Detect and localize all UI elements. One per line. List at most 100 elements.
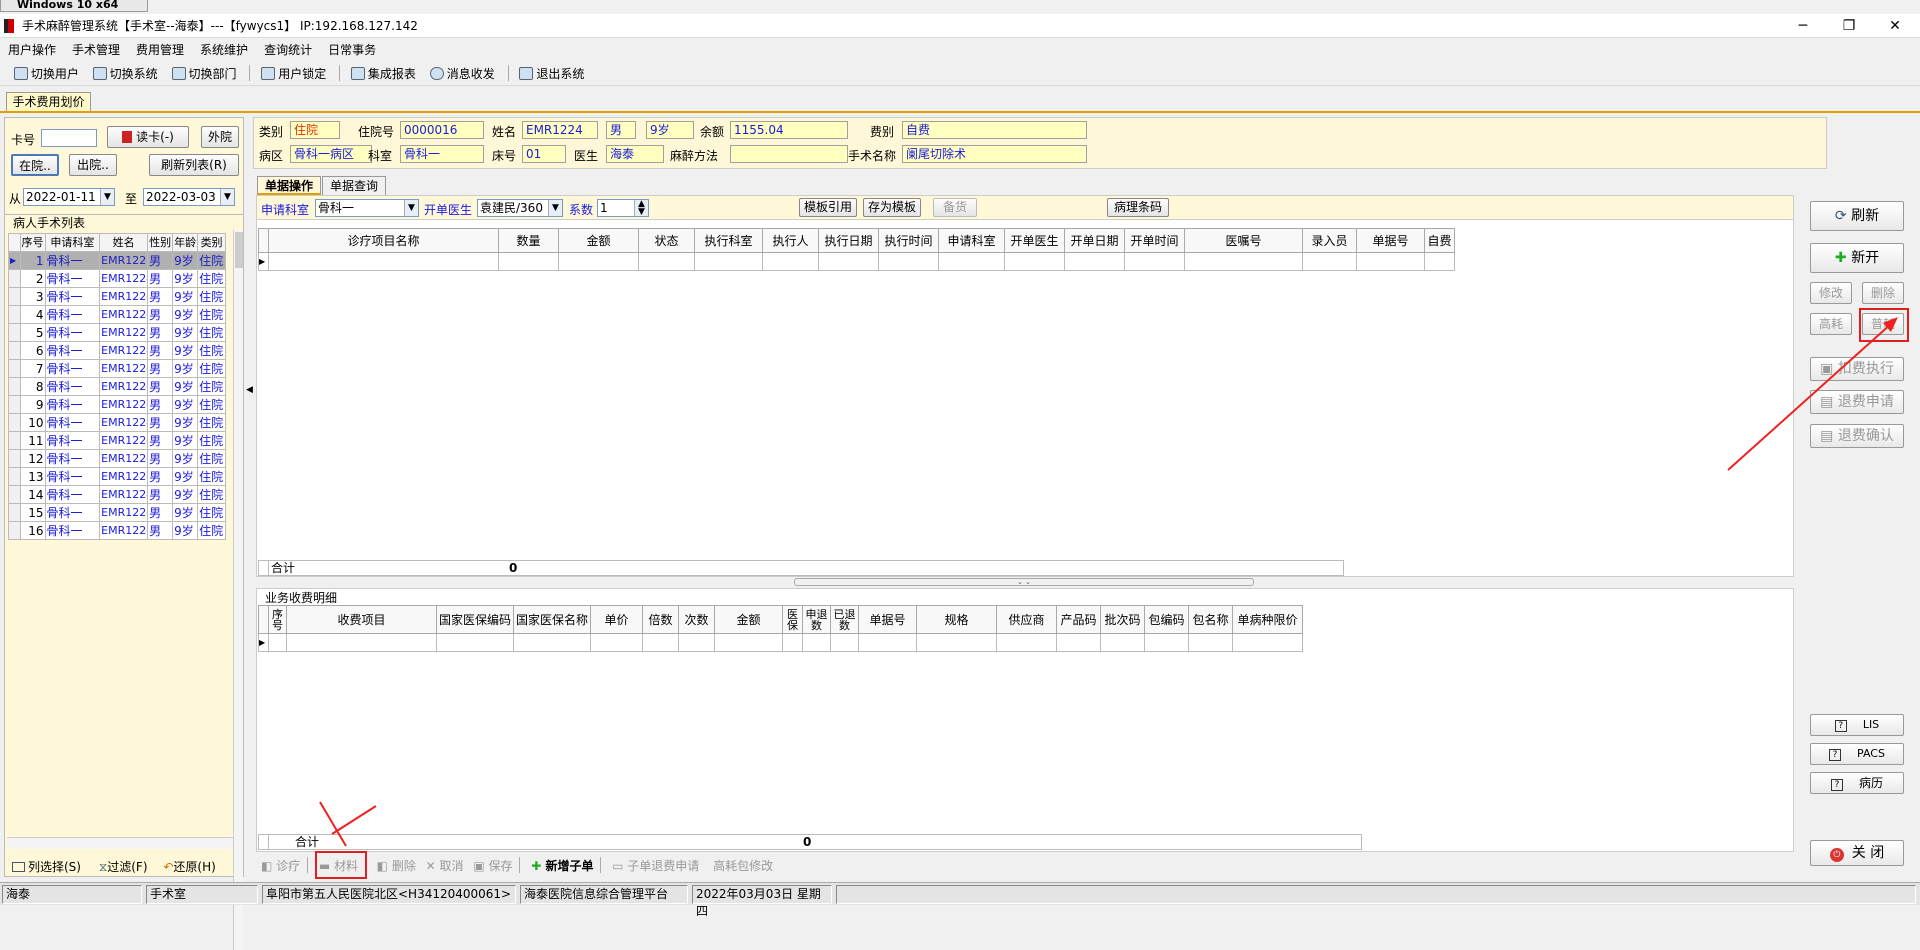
grid-cell[interactable]: [1424, 252, 1455, 271]
upper-col-header[interactable]: 执行时间: [878, 228, 939, 253]
card-input[interactable]: [41, 129, 97, 147]
table-row[interactable]: 16骨科一EMR1224男9岁住院: [8, 521, 226, 540]
lower-col-header[interactable]: 倍数: [642, 605, 680, 634]
lower-col-header[interactable]: 已退数: [830, 605, 860, 634]
row-header-cell[interactable]: ▶: [8, 251, 21, 270]
table-row[interactable]: ▶: [258, 633, 1304, 652]
switch-user-button[interactable]: 切换用户: [10, 63, 85, 85]
grid-cell[interactable]: [286, 633, 437, 652]
lis-button[interactable]: ? LIS: [1810, 714, 1904, 736]
upper-col-header[interactable]: 执行日期: [818, 228, 879, 253]
grid-cell[interactable]: [762, 252, 819, 271]
grid-cell[interactable]: [802, 633, 832, 652]
row-header-cell[interactable]: [8, 323, 21, 342]
grid-cell[interactable]: [513, 633, 592, 652]
grid-cell[interactable]: [1064, 252, 1125, 271]
grid-cell[interactable]: [782, 633, 804, 652]
grid-cell[interactable]: [678, 633, 716, 652]
doc-tab-surgery-fees[interactable]: 手术费用划价: [6, 92, 91, 112]
lower-col-header[interactable]: 单据号: [858, 605, 918, 634]
table-row[interactable]: ▶1骨科一EMR1224男9岁住院: [8, 251, 226, 270]
grid-cell[interactable]: [1056, 633, 1102, 652]
refresh-button[interactable]: ⟳ 刷新: [1810, 201, 1904, 231]
lower-col-header[interactable]: 批次码: [1100, 605, 1146, 634]
grid-cell[interactable]: [1356, 252, 1425, 271]
row-header-cell[interactable]: [8, 521, 21, 540]
grid-cell[interactable]: [638, 252, 695, 271]
switch-system-button[interactable]: 切换系统: [89, 63, 164, 85]
lower-col-header[interactable]: 申退数: [802, 605, 832, 634]
delete-row-button[interactable]: ◧ 删除: [377, 859, 416, 873]
grid-cell[interactable]: [498, 252, 559, 271]
suborder-refund-button[interactable]: ▭ 子单退费申请: [612, 859, 699, 873]
discharged-button[interactable]: 出院..: [69, 154, 117, 176]
tab-order-ops[interactable]: 单据操作: [257, 176, 321, 195]
grid-cell[interactable]: [996, 633, 1058, 652]
table-row[interactable]: 11骨科一EMR1224男9岁住院: [8, 431, 226, 450]
doctor-select[interactable]: 袁建民/360 ▼: [477, 199, 563, 217]
lower-col-header[interactable]: 产品码: [1056, 605, 1102, 634]
grid-cell[interactable]: [435, 633, 515, 652]
tab-order-query[interactable]: 单据查询: [322, 176, 386, 195]
close-window-button[interactable]: ✕: [1872, 14, 1918, 38]
row-header-cell[interactable]: [8, 485, 21, 504]
upper-col-header[interactable]: 执行人: [762, 228, 819, 253]
row-header-cell[interactable]: ▶: [258, 633, 269, 652]
table-row[interactable]: 2骨科一EMR1224男9岁住院: [8, 269, 226, 288]
lower-col-header[interactable]: 国家医保编码: [435, 605, 515, 634]
add-suborder-button[interactable]: ✚ 新增子单: [531, 859, 593, 873]
upper-col-header[interactable]: 单据号: [1356, 228, 1425, 253]
close-button[interactable]: ⏻ 关 闭: [1810, 840, 1904, 866]
edit-button[interactable]: 修改: [1810, 282, 1852, 304]
grid-cell[interactable]: [1004, 252, 1065, 271]
high-pack-edit-button[interactable]: 高耗包修改: [713, 859, 773, 873]
save-button[interactable]: ▣ 保存: [473, 859, 512, 873]
patient-list-vscroll[interactable]: [233, 230, 243, 950]
table-row[interactable]: 15骨科一EMR1224男9岁住院: [8, 503, 226, 522]
delete-button[interactable]: 删除: [1862, 282, 1904, 304]
restore-list-button[interactable]: ↶还原(H): [163, 860, 215, 874]
row-header-cell[interactable]: [8, 341, 21, 360]
table-row[interactable]: 9骨科一EMR1224男9岁住院: [8, 395, 226, 414]
restore-button[interactable]: ❐: [1826, 14, 1872, 38]
row-header-cell[interactable]: [8, 413, 21, 432]
grid-cell[interactable]: [818, 252, 879, 271]
menu-surgery[interactable]: 手术管理: [64, 39, 128, 61]
lower-col-header[interactable]: 包编码: [1144, 605, 1190, 634]
filter-button[interactable]: ⧖过滤(F): [99, 860, 148, 874]
grid-cell[interactable]: [558, 252, 639, 271]
column-select-button[interactable]: 列选择(S): [12, 860, 81, 874]
grid-cell[interactable]: [1184, 252, 1303, 271]
factor-spinner[interactable]: 1 ▲ ▼: [597, 199, 649, 217]
grid-cell[interactable]: [1144, 633, 1190, 652]
row-header-cell[interactable]: [8, 269, 21, 288]
pacs-button[interactable]: ? PACS: [1810, 743, 1904, 765]
menu-daily[interactable]: 日常事务: [320, 39, 384, 61]
grid-cell[interactable]: [590, 633, 644, 652]
row-header-cell[interactable]: [8, 395, 21, 414]
new-button[interactable]: ✚ 新开: [1810, 243, 1904, 273]
save-template-button[interactable]: 存为模板: [863, 198, 921, 217]
upper-col-header[interactable]: 开单日期: [1064, 228, 1125, 253]
lower-col-header[interactable]: 序号: [268, 605, 287, 634]
lower-col-header[interactable]: 次数: [678, 605, 716, 634]
upper-col-header[interactable]: 状态: [638, 228, 695, 253]
apply-dept-select[interactable]: 骨科一 ▼: [315, 199, 419, 217]
lower-col-header[interactable]: 医保: [782, 605, 804, 634]
row-header-cell[interactable]: [8, 359, 21, 378]
grid-cell[interactable]: [1232, 633, 1304, 652]
splitter-handle[interactable]: ⌄ ⌄: [794, 578, 1254, 586]
lower-col-header[interactable]: 国家医保名称: [513, 605, 592, 634]
upper-col-header[interactable]: 申请科室: [938, 228, 1005, 253]
upper-col-header[interactable]: 开单时间: [1124, 228, 1185, 253]
grid-cell[interactable]: [830, 633, 860, 652]
grid-cell[interactable]: [938, 252, 1005, 271]
menu-system[interactable]: 系统维护: [192, 39, 256, 61]
outpatient-button[interactable]: 外院: [201, 126, 239, 148]
upper-col-header[interactable]: 诊疗项目名称: [268, 228, 499, 253]
pathology-code-button[interactable]: 病理条码: [1107, 198, 1169, 217]
grid-cell[interactable]: [642, 633, 680, 652]
date-from-picker[interactable]: 2022-01-11 ▼: [23, 188, 115, 206]
lower-col-header[interactable]: 供应商: [996, 605, 1058, 634]
date-to-picker[interactable]: 2022-03-03 ▼: [143, 188, 235, 206]
